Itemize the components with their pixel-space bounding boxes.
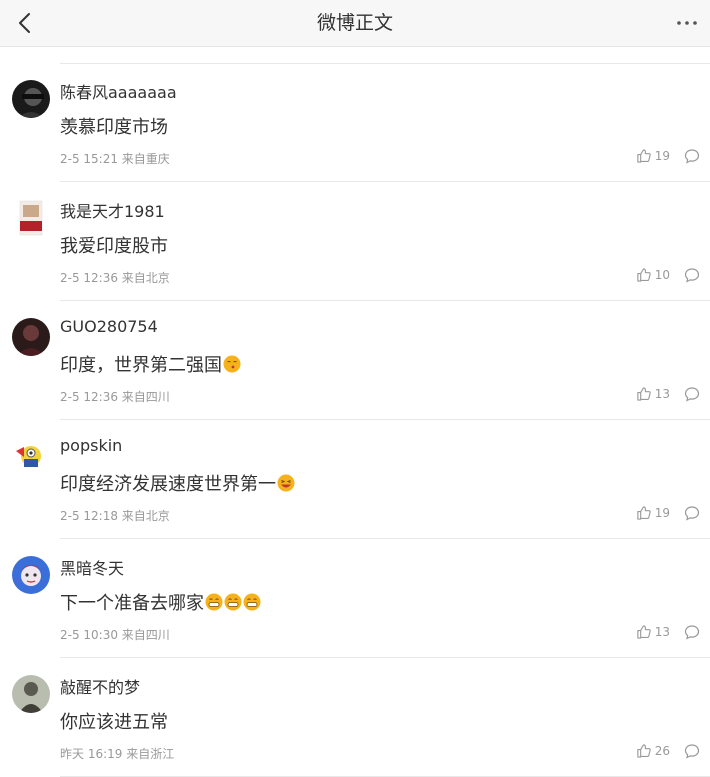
thumbs-up-icon <box>637 149 651 163</box>
comment-text: 印度，世界第二强国 <box>60 351 241 377</box>
comment-text: 下一个准备去哪家 <box>60 589 261 615</box>
comment-bubble-icon[interactable] <box>684 148 700 164</box>
avatar[interactable] <box>12 437 50 475</box>
like-count: 13 <box>654 624 670 639</box>
divider <box>60 181 710 182</box>
like-count: 19 <box>654 505 670 520</box>
divider <box>60 538 710 539</box>
like-button[interactable]: 13 <box>636 386 670 401</box>
avatar[interactable] <box>12 199 50 237</box>
page-title: 微博正文 <box>316 12 393 34</box>
username[interactable]: popskin <box>60 436 122 455</box>
comment-text: 你应该进五常 <box>60 712 168 733</box>
comment-item: 敲醒不的梦 你应该进五常 昨天 16:19 来自浙江 26 <box>0 659 710 777</box>
comment-item: popskin 印度经济发展速度世界第一 2-5 12:18 来自北京 19 <box>0 421 710 539</box>
username[interactable]: 陈春风aaaaaaa <box>60 79 177 103</box>
like-button[interactable]: 26 <box>636 743 670 758</box>
username[interactable]: 我是天才1981 <box>60 198 165 222</box>
thumbs-up-icon <box>637 268 651 282</box>
comment-meta: 2-5 12:36 来自北京 <box>60 271 170 285</box>
like-button[interactable]: 19 <box>636 148 670 163</box>
username[interactable]: 敲醒不的梦 <box>60 674 140 698</box>
divider <box>60 419 710 420</box>
comment-bubble-icon[interactable] <box>684 743 700 759</box>
more-options-button[interactable] <box>672 10 702 36</box>
kiss-face-emoji <box>223 355 241 373</box>
thumbs-up-icon <box>637 387 651 401</box>
grin-face-emoji <box>243 593 261 611</box>
avatar[interactable] <box>12 80 50 118</box>
comment-item: 陈春风aaaaaaa 羡慕印度市场 2-5 15:21 来自重庆 19 <box>0 64 710 182</box>
like-count: 26 <box>654 743 670 758</box>
thumbs-up-icon <box>637 625 651 639</box>
like-count: 13 <box>654 386 670 401</box>
avatar[interactable] <box>12 556 50 594</box>
thumbs-up-icon <box>637 506 651 520</box>
like-count: 10 <box>654 267 670 282</box>
comment-meta: 2-5 12:36 来自四川 <box>60 390 170 404</box>
comment-bubble-icon[interactable] <box>684 386 700 402</box>
thumbs-up-icon <box>637 744 651 758</box>
comment-meta: 2-5 15:21 来自重庆 <box>60 152 170 166</box>
username[interactable]: 黑暗冬天 <box>60 555 124 579</box>
like-button[interactable]: 19 <box>636 505 670 520</box>
comment-item: 我是天才1981 我爱印度股市 2-5 12:36 来自北京 10 <box>0 183 710 301</box>
top-navigation-bar: 微博正文 <box>0 0 710 47</box>
back-button[interactable] <box>12 10 36 36</box>
comment-meta: 2-5 12:18 来自北京 <box>60 509 170 523</box>
chevron-left-icon <box>19 13 30 33</box>
comment-bubble-icon[interactable] <box>684 267 700 283</box>
comment-bubble-icon[interactable] <box>684 505 700 521</box>
like-button[interactable]: 10 <box>636 267 670 282</box>
comment-item: GUO280754 印度，世界第二强国 2-5 12:36 来自四川 13 <box>0 302 710 420</box>
more-horizontal-icon <box>677 21 697 25</box>
grin-face-emoji <box>205 593 223 611</box>
comment-meta: 昨天 16:19 来自浙江 <box>60 747 175 761</box>
comment-text: 羡慕印度市场 <box>60 117 168 138</box>
grin-face-emoji <box>224 593 242 611</box>
username[interactable]: GUO280754 <box>60 317 158 336</box>
like-button[interactable]: 13 <box>636 624 670 639</box>
divider <box>60 300 710 301</box>
comment-text: 印度经济发展速度世界第一 <box>60 470 295 496</box>
divider <box>60 657 710 658</box>
comment-item: 黑暗冬天 下一个准备去哪家 2-5 10:30 来自四川 13 <box>0 540 710 658</box>
comment-meta: 2-5 10:30 来自四川 <box>60 628 170 642</box>
like-count: 19 <box>654 148 670 163</box>
laughing-face-emoji <box>277 474 295 492</box>
comment-text: 我爱印度股市 <box>60 236 168 257</box>
comment-bubble-icon[interactable] <box>684 624 700 640</box>
avatar[interactable] <box>12 318 50 356</box>
avatar[interactable] <box>12 675 50 713</box>
